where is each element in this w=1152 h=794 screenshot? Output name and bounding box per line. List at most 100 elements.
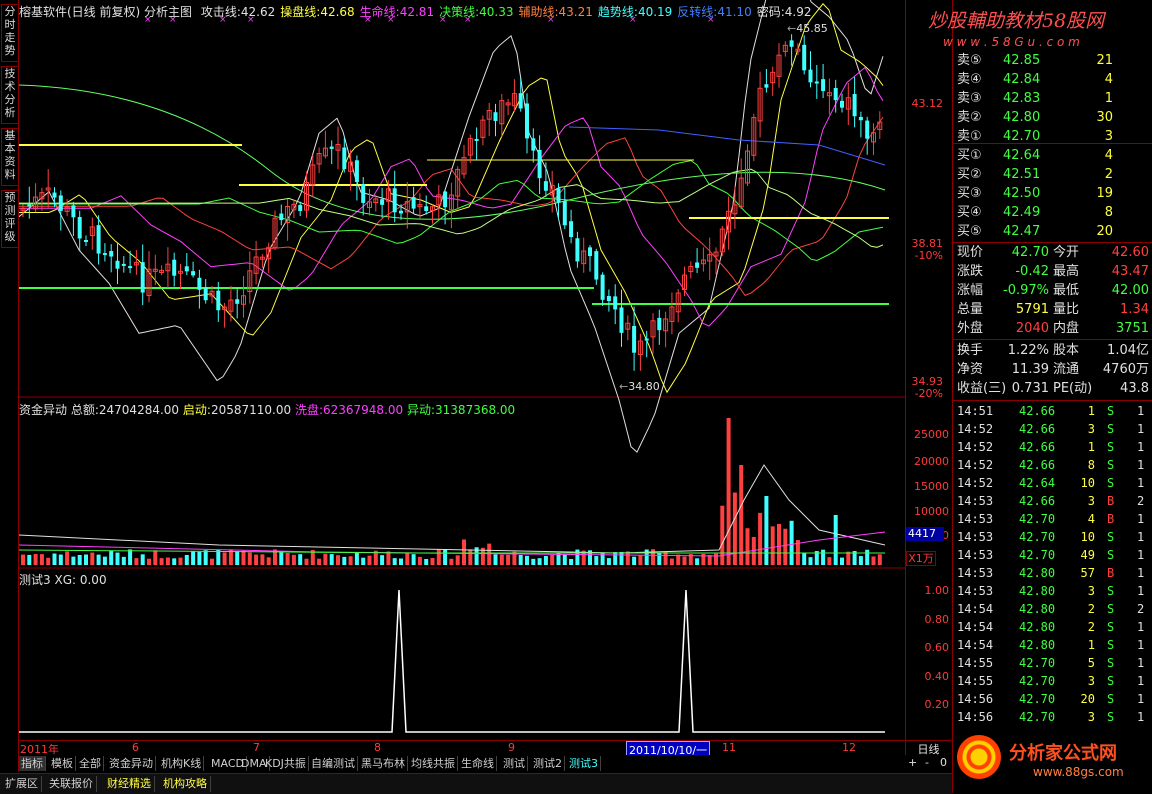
volume-bar [619,551,624,565]
indicator-tab[interactable]: 测试 [501,756,528,771]
candle-body [588,247,592,257]
volume-bar [493,554,498,565]
bottom-tab[interactable]: 财经精选 [104,776,155,792]
indicator-item: 生命线:42.81 [360,5,434,19]
bid-row[interactable]: 买③ 42.50 19 [953,185,1152,203]
indicator-tab[interactable]: 测试3 [567,756,601,771]
indicator-tab[interactable]: KDJ共振 [263,756,309,771]
volume-bar [714,553,718,565]
tick-side: B [1107,512,1115,526]
volume-bar [606,558,611,565]
zoom-reset-button[interactable]: 0 [940,756,947,769]
tick-time: 14:53 [957,512,994,526]
indicator-item-value: 42.68 [320,5,355,19]
tick-row[interactable]: 14:53 42.66 3 B 2 [953,492,1152,510]
left-sidebar: 分时走势 技术分析 基本资料 预测评级 [0,0,19,772]
tick-side: S [1107,458,1115,472]
bid-row[interactable]: 买② 42.51 2 [953,166,1152,184]
tick-row[interactable]: 14:53 42.70 4 B 1 [953,510,1152,528]
bottom-tab[interactable]: 扩展区 [2,776,42,792]
ask-row[interactable]: 卖⑤ 42.85 21 [953,52,1152,70]
volume-bar [71,556,76,565]
watermark-footer: 分析家公式网 www.88gs.com [953,725,1152,793]
x-label-8: 8 [374,741,381,754]
volume-bar [235,551,240,565]
level-label: 买④ [957,205,982,220]
sidebar-tab-technical[interactable]: 技术分析 [1,66,19,124]
tick-row[interactable]: 14:52 42.66 8 S 1 [953,456,1152,474]
indicator-tab[interactable]: 黑马布林 [359,756,408,771]
sidebar-tab-fundamentals[interactable]: 基本资料 [1,128,19,186]
xg-value: 0.00 [79,573,107,587]
volume-bar [777,523,781,565]
tick-row[interactable]: 14:53 42.70 49 S 1 [953,546,1152,564]
watermark-url: w w w . 5 8 G u . c o m [943,35,1080,49]
tick-price: 42.66 [1019,458,1056,472]
indicator-tab[interactable]: 自编测试 [309,756,358,771]
ask-row[interactable]: 卖④ 42.84 4 [953,71,1152,89]
tick-row[interactable]: 14:56 42.70 3 S 1 [953,708,1152,726]
indicator-tab[interactable]: 测试2 [531,756,565,771]
tick-time: 14:53 [957,584,994,598]
tick-row[interactable]: 14:52 42.64 10 S 1 [953,474,1152,492]
bid-row[interactable]: 买⑤ 42.47 20 [953,223,1152,241]
tick-side: S [1107,404,1115,418]
tick-row[interactable]: 14:55 42.70 3 S 1 [953,672,1152,690]
tick-row[interactable]: 14:52 42.66 3 S 1 [953,420,1152,438]
candle-body [575,238,580,262]
sidebar-tab-intraday[interactable]: 分时走势 [1,4,19,62]
candle-body [58,195,63,211]
tick-row[interactable]: 14:52 42.66 1 S 1 [953,438,1152,456]
candle-body [102,253,107,256]
tick-row[interactable]: 14:54 42.80 2 S 2 [953,600,1152,618]
tick-side: S [1107,674,1115,688]
volume-bar [279,552,284,565]
tick-count: 1 [1137,440,1145,454]
tick-row[interactable]: 14:53 42.70 10 S 1 [953,528,1152,546]
candle-body [121,263,126,266]
indicator-tab[interactable]: 机构K线 [159,756,205,771]
volume-bar [550,554,555,565]
stat-value: -0.97% [1003,283,1049,298]
level-volume: 19 [1096,186,1113,201]
tick-row[interactable]: 14:53 42.80 3 S 1 [953,582,1152,600]
tick-row[interactable]: 14:53 42.80 57 B 1 [953,564,1152,582]
indicator-item-label: 密码: [756,5,785,19]
tick-row[interactable]: 14:55 42.70 5 S 1 [953,654,1152,672]
volume-unit-label: X1万 [906,551,936,566]
sidebar-tab-forecast[interactable]: 预测评级 [1,190,19,248]
test-y-1: 1.00 [924,584,950,597]
bid-row[interactable]: 买④ 42.49 8 [953,204,1152,222]
tick-row[interactable]: 14:51 42.66 1 S 1 [953,402,1152,420]
indicator-tab[interactable]: 生命线 [459,756,497,771]
tick-row[interactable]: 14:56 42.70 20 S 1 [953,690,1152,708]
chart-canvas[interactable]: × × × × × × × × × × × [19,0,905,740]
bottom-tab[interactable]: 关联报价 [46,776,97,792]
period-label[interactable]: 日线 [905,740,951,756]
bottom-tab[interactable]: 机构攻略 [160,776,211,792]
bid-row[interactable]: 买① 42.64 4 [953,147,1152,165]
zoom-in-button[interactable]: + [908,756,917,769]
stat-label: 现价 [957,245,984,260]
ask-row[interactable]: 卖③ 42.83 1 [953,90,1152,108]
indicator-tab[interactable]: 模板 [49,756,76,771]
test-y-0-2: 0.20 [924,698,950,711]
tick-row[interactable]: 14:54 42.80 2 S 1 [953,618,1152,636]
volume-bar [84,554,88,565]
volume-bar [739,465,744,565]
stat-row: 总量 5791 量比 1.34 [953,301,1152,319]
tick-price: 42.80 [1019,566,1056,580]
volume-bar [77,554,82,565]
ask-row[interactable]: 卖② 42.80 30 [953,109,1152,127]
volume-bar [102,556,107,565]
candle-body [531,138,536,151]
chart-area[interactable]: × × × × × × × × × × × 榕基软件(日线 前复权) 分析主图 攻击线:42.62 操… [19,0,905,740]
main-chart-header: 榕基软件(日线 前复权) 分析主图 攻击线:42.62 操盘线:42.68 生命线:… [19,3,811,20]
tick-list[interactable]: 14:51 42.66 1 S 1 14:52 42.66 3 S 1 14:52 42.66 1 S 1 1… [953,402,1152,737]
indicator-tab[interactable]: 全部 [77,756,104,771]
zoom-out-button[interactable]: - [925,756,929,769]
indicator-tab[interactable]: 资金异动 [107,756,156,771]
indicator-tab[interactable]: 均线共振 [409,756,458,771]
indicator-tab[interactable]: 指标 [19,756,46,771]
tick-row[interactable]: 14:54 42.80 1 S 1 [953,636,1152,654]
